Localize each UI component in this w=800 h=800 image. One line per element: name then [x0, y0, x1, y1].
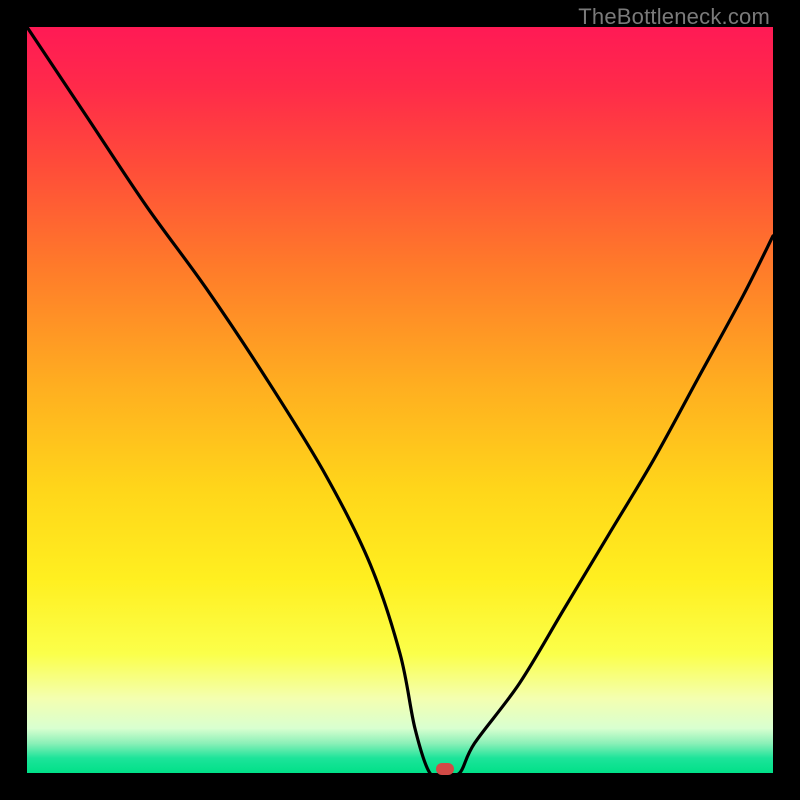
bottleneck-curve — [27, 27, 773, 773]
plot-area — [27, 27, 773, 773]
watermark-text: TheBottleneck.com — [578, 4, 770, 30]
chart-frame: TheBottleneck.com — [0, 0, 800, 800]
optimum-marker — [436, 763, 454, 775]
curve-path — [27, 27, 773, 776]
